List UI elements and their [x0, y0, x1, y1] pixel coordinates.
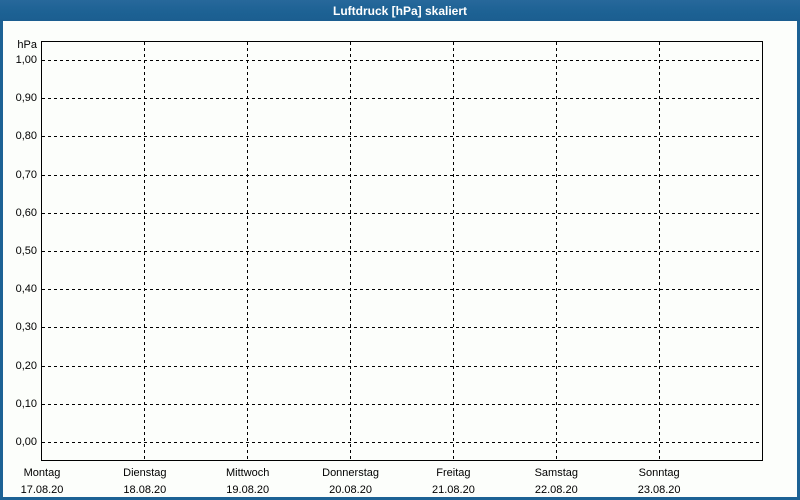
x-tick-day: Samstag [534, 467, 578, 479]
y-tick-label: 0,80 [15, 130, 37, 143]
x-tick-label: Mittwoch 19.08.20 [226, 465, 269, 499]
x-tick-label: Montag 17.08.20 [21, 465, 64, 499]
x-tick-date: 18.08.20 [123, 484, 167, 496]
gridline-vertical [247, 42, 249, 460]
gridline-horizontal [42, 98, 762, 100]
y-tick-label: 0,20 [15, 359, 37, 372]
gridline-horizontal [42, 442, 762, 443]
gridline-horizontal [42, 174, 762, 176]
chart-title: Luftdruck [hPa] skaliert [332, 3, 468, 18]
y-tick-label: 0,00 [15, 436, 37, 448]
gridline-vertical [350, 42, 352, 460]
y-tick-label: 0,10 [15, 397, 37, 410]
x-tick-label: Freitag 21.08.20 [432, 465, 475, 499]
x-tick-date: 22.08.20 [534, 484, 578, 496]
x-tick-day: Montag [23, 467, 61, 479]
x-tick-label: Dienstag 18.08.20 [123, 465, 166, 499]
gridline-horizontal [42, 251, 762, 252]
x-tick-day: Freitag [436, 467, 471, 479]
gridline-vertical [555, 42, 557, 460]
x-tick-label: Sonntag 23.08.20 [638, 465, 681, 499]
x-tick-day: Dienstag [123, 467, 167, 479]
y-tick-label: 1,00 [15, 54, 37, 66]
x-tick-date: 19.08.20 [226, 484, 270, 496]
gridline-vertical [452, 42, 454, 460]
plot-area [41, 41, 763, 461]
x-tick-date: 17.08.20 [20, 484, 64, 496]
x-tick-date: 23.08.20 [637, 484, 681, 496]
chart-window: Luftdruck [hPa] skaliert hPa 1,00 0,90 0,8… [0, 0, 800, 500]
x-tick-date: 21.08.20 [432, 484, 475, 496]
y-axis-unit-label: hPa [17, 39, 37, 51]
chart-title-bar: Luftdruck [hPa] skaliert [0, 0, 800, 21]
y-tick-label: 0,30 [15, 321, 37, 334]
y-tick-label: 0,60 [15, 206, 37, 219]
gridline-vertical [658, 42, 660, 460]
gridline-horizontal [42, 403, 762, 405]
gridline-horizontal [42, 60, 762, 61]
x-tick-day: Donnerstag [322, 467, 379, 479]
chart-panel: hPa 1,00 0,90 0,80 0,70 0,60 0,50 0,40 0,30 0,20… [3, 21, 797, 497]
gridline-horizontal [42, 365, 762, 367]
x-tick-day: Mittwoch [226, 467, 270, 479]
x-tick-date: 20.08.20 [329, 484, 372, 496]
gridline-vertical [144, 42, 146, 460]
x-tick-label: Donnerstag 20.08.20 [322, 465, 379, 499]
gridline-horizontal [42, 212, 762, 214]
y-tick-label: 0,90 [15, 92, 37, 105]
y-tick-label: 0,40 [15, 283, 37, 296]
x-tick-day: Sonntag [638, 467, 680, 479]
y-tick-label: 0,50 [15, 245, 37, 257]
gridline-horizontal [42, 327, 762, 329]
gridline-horizontal [42, 136, 762, 138]
gridline-horizontal [42, 289, 762, 291]
x-tick-label: Samstag 22.08.20 [535, 465, 578, 499]
y-tick-label: 0,70 [15, 168, 37, 181]
